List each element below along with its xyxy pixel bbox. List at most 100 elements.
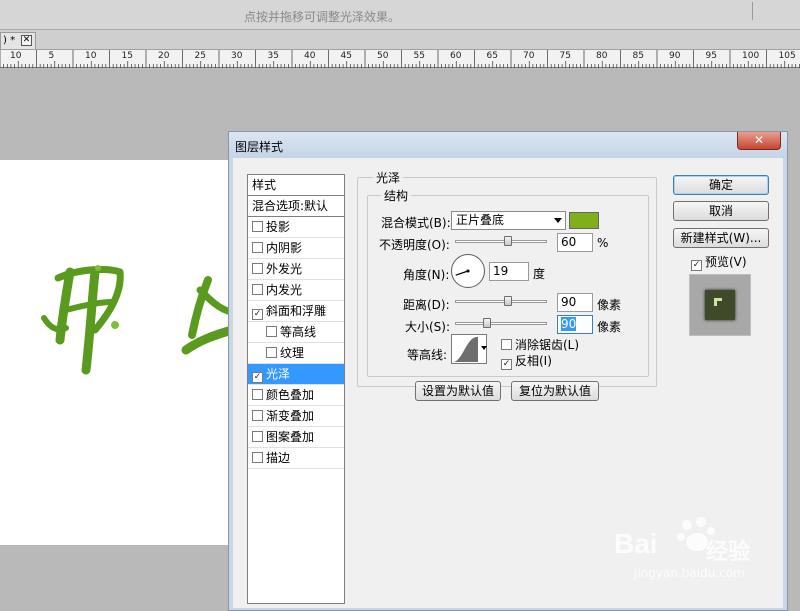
style-item-checkbox[interactable]	[252, 284, 263, 295]
style-item-label: 渐变叠加	[266, 409, 315, 423]
blend-mode-select[interactable]: 正片叠底	[451, 211, 566, 230]
angle-input[interactable]: 19	[489, 262, 529, 281]
reset-default-button[interactable]: 复位为默认值	[511, 381, 599, 401]
opacity-value: 60	[561, 235, 577, 249]
style-item-label: 内阴影	[266, 241, 303, 255]
dialog-title: 图层样式	[235, 140, 284, 154]
watermark-url: jingyan.baidu.com	[634, 566, 745, 580]
style-item[interactable]: 投影	[248, 217, 344, 238]
style-item[interactable]: 内发光	[248, 280, 344, 301]
style-item-label: 描边	[266, 451, 291, 465]
distance-input[interactable]: 90	[557, 293, 593, 312]
angle-value: 19	[493, 264, 509, 278]
size-slider-thumb[interactable]	[482, 318, 491, 328]
ok-button[interactable]: 确定	[673, 175, 769, 195]
watermark-brand: Bai	[614, 528, 658, 559]
style-item-checkbox[interactable]: ✓	[252, 372, 263, 383]
style-item[interactable]: 图案叠加	[248, 427, 344, 448]
style-item-label: 斜面和浮雕	[266, 304, 327, 318]
style-item-checkbox[interactable]	[252, 263, 263, 274]
style-item[interactable]: ✓ 光泽	[248, 364, 344, 385]
dialog-titlebar[interactable]: 图层样式 ✕	[229, 132, 787, 158]
style-item-checkbox[interactable]	[252, 452, 263, 463]
style-item[interactable]: 纹理	[248, 343, 344, 364]
style-item-checkbox[interactable]	[252, 431, 263, 442]
invert-label: 反相(I)	[515, 354, 552, 368]
anti-alias-label: 消除锯齿(L)	[515, 338, 580, 352]
distance-unit: 像素	[597, 298, 622, 312]
ruler-number: 100	[742, 51, 760, 61]
anti-alias-checkbox[interactable]	[501, 339, 512, 350]
contour-label: 等高线:	[407, 348, 448, 362]
style-item-checkbox[interactable]	[266, 326, 277, 337]
dialog-close-button[interactable]: ✕	[737, 132, 781, 150]
style-item[interactable]: 等高线	[248, 322, 344, 343]
ruler-number: 85	[632, 51, 644, 61]
ruler-number: 30	[231, 51, 243, 61]
satin-group-title: 光泽	[373, 169, 404, 186]
opacity-slider-thumb[interactable]	[503, 236, 512, 246]
style-item-checkbox[interactable]	[266, 347, 277, 358]
style-item-label: 外发光	[266, 262, 303, 276]
ruler-number: 5	[48, 51, 55, 61]
opacity-unit: %	[597, 236, 609, 250]
satin-color-swatch[interactable]	[569, 212, 599, 229]
contour-dropdown-arrow-icon[interactable]	[481, 346, 487, 350]
styles-header[interactable]: 样式	[248, 175, 344, 196]
document-tab-label: ) *	[3, 35, 16, 46]
new-style-button[interactable]: 新建样式(W)...	[673, 228, 769, 248]
style-item-checkbox[interactable]	[252, 242, 263, 253]
blend-options-item[interactable]: 混合选项:默认	[248, 196, 344, 217]
style-item-checkbox[interactable]	[252, 221, 263, 232]
document-tab[interactable]: ) * ✕	[0, 32, 36, 49]
preview-option[interactable]: ✓ 预览(V)	[691, 253, 747, 271]
ruler-number: 45	[340, 51, 352, 61]
distance-slider-thumb[interactable]	[503, 296, 512, 306]
ruler-number: 40	[304, 51, 316, 61]
style-item-checkbox[interactable]	[252, 389, 263, 400]
invert-option[interactable]: ✓ 反相(I)	[501, 352, 552, 370]
size-value: 90	[561, 317, 577, 331]
styles-list: 样式 混合选项:默认 投影 内阴影 外发光 内发光 ✓ 斜面和浮雕 等高线 纹理 ✓ 光泽 颜色叠加…	[247, 174, 345, 604]
structure-group-title: 结构	[381, 187, 412, 204]
style-item[interactable]: 内阴影	[248, 238, 344, 259]
style-item[interactable]: 渐变叠加	[248, 406, 344, 427]
opacity-slider-track[interactable]	[455, 240, 547, 243]
opacity-label: 不透明度(O):	[379, 238, 450, 252]
cancel-button[interactable]: 取消	[673, 201, 769, 221]
opacity-input[interactable]: 60	[557, 233, 593, 252]
style-item[interactable]: ✓ 斜面和浮雕	[248, 301, 344, 322]
angle-label: 角度(N):	[403, 268, 450, 282]
size-slider-track[interactable]	[455, 322, 547, 325]
close-icon[interactable]: ✕	[21, 35, 32, 46]
horizontal-ruler: 10 5 10 15 20 25 30 35 40 45 50 55 60 65 70 75 80 85 90 95 1…	[0, 50, 800, 68]
size-input[interactable]: 90	[557, 315, 593, 334]
anti-alias-option[interactable]: 消除锯齿(L)	[501, 336, 579, 353]
style-item-label: 等高线	[280, 325, 317, 339]
ruler-number: 90	[669, 51, 681, 61]
style-item-label: 内发光	[266, 283, 303, 297]
ruler-number: 70	[523, 51, 535, 61]
ruler-number: 20	[158, 51, 170, 61]
style-item-label: 纹理	[280, 346, 305, 360]
chevron-down-icon	[554, 218, 562, 223]
blend-mode-value: 正片叠底	[456, 213, 505, 227]
ruler-number: 25	[194, 51, 206, 61]
distance-slider-track[interactable]	[455, 300, 547, 303]
style-item[interactable]: 描边	[248, 448, 344, 469]
style-item-checkbox[interactable]	[252, 410, 263, 421]
preview-label: 预览(V)	[705, 255, 747, 269]
angle-dial[interactable]	[451, 254, 485, 288]
invert-checkbox[interactable]: ✓	[501, 359, 512, 370]
style-preview-thumbnail	[689, 274, 751, 336]
style-item-checkbox[interactable]: ✓	[252, 309, 263, 320]
ruler-number: 95	[705, 51, 717, 61]
style-item-label: 图案叠加	[266, 430, 315, 444]
make-default-button[interactable]: 设置为默认值	[415, 381, 501, 401]
style-item-label: 投影	[266, 220, 291, 234]
style-item[interactable]: 颜色叠加	[248, 385, 344, 406]
canvas-document[interactable]	[0, 160, 232, 545]
preview-checkbox[interactable]: ✓	[691, 260, 702, 271]
style-item[interactable]: 外发光	[248, 259, 344, 280]
distance-value: 90	[561, 295, 577, 309]
